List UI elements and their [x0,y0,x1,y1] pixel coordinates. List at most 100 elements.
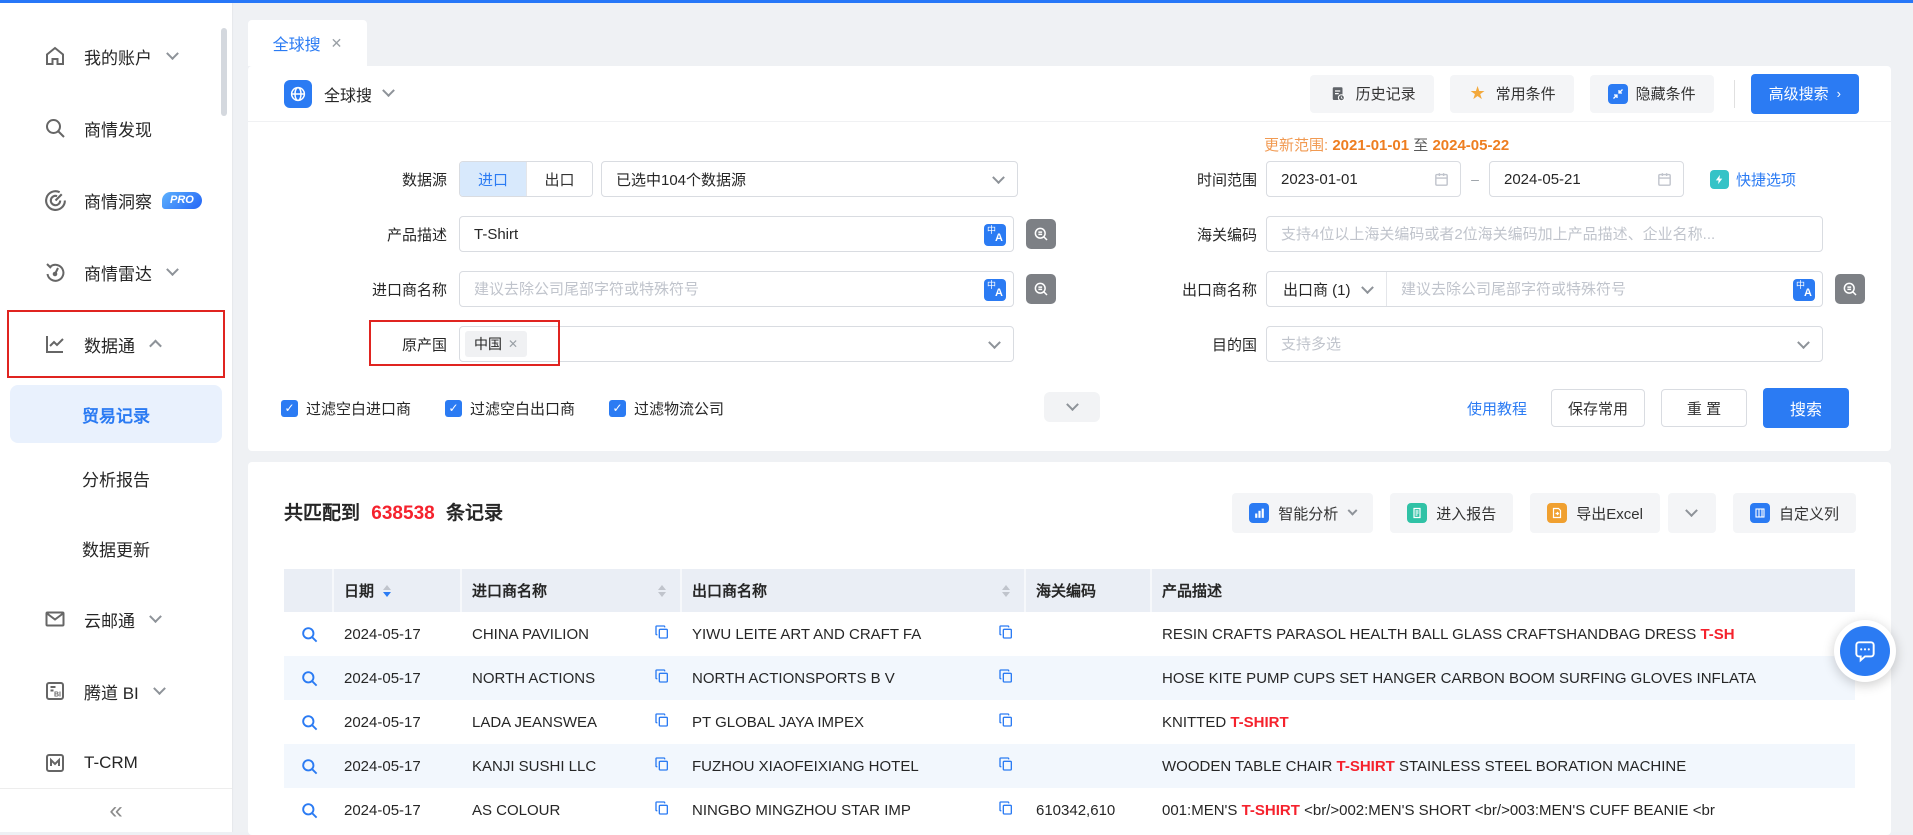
cell-exporter[interactable]: NINGBO MINGZHOU STAR IMP [682,800,1026,820]
chevron-down-icon[interactable] [382,84,395,98]
sidebar-item-mail[interactable]: 云邮通 [0,583,232,655]
customize-columns-button[interactable]: 自定义列 [1732,493,1856,533]
importer-input[interactable] [460,280,1013,298]
fold-conditions-button[interactable] [1044,392,1100,422]
destination-input[interactable] [1267,335,1777,353]
exporter-type-select[interactable]: 出口商 (1) [1267,272,1387,306]
product-input[interactable] [460,225,1013,243]
row-search-icon[interactable] [284,757,334,776]
history-button[interactable]: 历史记录 [1309,74,1434,113]
sidebar-item-my-account[interactable]: 我的账户 [0,20,232,92]
sidebar-item-label: 商情发现 [84,120,152,140]
header-cell-importer[interactable]: 进口商名称 [462,569,682,612]
tab-global-search[interactable]: 全球搜 ✕ [248,20,367,66]
product-label: 产品描述 [386,226,447,244]
favorites-button[interactable]: ★ 常用条件 [1449,74,1574,113]
cell-importer[interactable]: AS COLOUR [462,800,682,820]
cell-product-description: KNITTED T-SHIRT [1152,714,1855,731]
sidebar-subitem-trade-records[interactable]: 贸易记录 [10,385,222,443]
copy-icon[interactable] [998,800,1014,820]
sidebar-collapse-button[interactable]: « [0,788,232,832]
copy-icon[interactable] [654,624,670,644]
search-icon [42,115,68,141]
sidebar-subitem-analysis-report[interactable]: 分析报告 [0,443,232,513]
close-icon[interactable]: ✕ [331,35,343,52]
header-cell-date[interactable]: 日期 [334,569,462,612]
datasource-select[interactable]: 已选中104个数据源 [601,161,1018,197]
copy-icon[interactable] [998,756,1014,776]
cell-importer[interactable]: LADA JEANSWEA [462,712,682,732]
enter-report-button[interactable]: 进入报告 [1390,493,1514,533]
sort-icon[interactable] [383,581,392,601]
sidebar-item-data[interactable]: 数据通 [0,308,232,380]
tutorial-link[interactable]: 使用教程 [1467,398,1527,419]
globe-icon[interactable] [284,79,312,108]
product-highlight: T-SH [1700,625,1735,643]
customer-service-button[interactable] [1834,620,1896,682]
sidebar-item-bi[interactable]: BI 腾道 BI [0,655,232,727]
results-count-number: 638538 [371,503,435,524]
export-options-button[interactable] [1667,493,1716,533]
synonym-search-icon[interactable] [1026,219,1056,249]
cell-exporter[interactable]: PT GLOBAL JAYA IMPEX [682,712,1026,732]
filter-blank-importer-checkbox[interactable]: ✓ 过滤空白进口商 [281,398,411,419]
sort-icon[interactable] [1002,581,1010,601]
date-from-input[interactable]: 2023-01-01 [1266,161,1461,197]
export-excel-button[interactable]: 导出Excel [1530,493,1660,533]
arrow-right-icon: › [1836,86,1841,101]
checkbox-label: 过滤空白出口商 [470,400,576,418]
hide-conditions-button[interactable]: 隐藏条件 [1589,74,1714,113]
cell-importer[interactable]: KANJI SUSHI LLC [462,756,682,776]
date-to-input[interactable]: 2024-05-21 [1489,161,1684,197]
sidebar-item-insight[interactable]: 商情洞察 PRO [0,164,232,236]
row-search-icon[interactable] [284,669,334,688]
cell-exporter[interactable]: FUZHOU XIAOFEIXIANG HOTEL [682,756,1026,776]
header-cell-exporter[interactable]: 出口商名称 [682,569,1026,612]
copy-icon[interactable] [654,668,670,688]
advanced-search-button[interactable]: 高级搜索 › [1750,73,1859,114]
sidebar-scrollbar[interactable] [221,28,227,116]
toggle-export[interactable]: 出口 [526,162,592,196]
cell-exporter[interactable]: NORTH ACTIONSPORTS B V [682,668,1026,688]
row-search-icon[interactable] [284,801,334,820]
origin-country-select[interactable]: 中国 ✕ [459,326,1014,362]
destination-select[interactable] [1266,326,1823,362]
exporter-input[interactable] [1386,280,1822,298]
sidebar-subitem-data-update[interactable]: 数据更新 [0,513,232,583]
cell-hs-code: 610342,610 [1036,801,1116,819]
synonym-search-icon[interactable] [1835,274,1865,304]
copy-icon[interactable] [654,800,670,820]
reset-button[interactable]: 重 置 [1661,389,1747,427]
tag-close-icon[interactable]: ✕ [508,337,518,351]
smart-analysis-button[interactable]: 智能分析 [1232,493,1374,533]
filter-blank-exporter-checkbox[interactable]: ✓ 过滤空白出口商 [445,398,575,419]
search-button[interactable]: 搜索 [1763,388,1849,428]
translate-icon[interactable]: 中A [984,279,1006,301]
product-text: KNITTED [1162,713,1231,731]
exporter-name: FUZHOU XIAOFEIXIANG HOTEL [692,757,919,775]
copy-icon[interactable] [654,712,670,732]
copy-icon[interactable] [998,668,1014,688]
filter-logistics-checkbox[interactable]: ✓ 过滤物流公司 [609,398,724,419]
copy-icon[interactable] [998,712,1014,732]
hs-code-input[interactable] [1267,225,1822,243]
sidebar-item-discovery[interactable]: 商情发现 [0,92,232,164]
save-favorite-button[interactable]: 保存常用 [1550,389,1645,427]
toggle-import[interactable]: 进口 [460,162,526,196]
row-search-icon[interactable] [284,713,334,732]
product-text: STAINLESS STEEL BORATION MACHINE [1394,757,1687,775]
exporter-name: NORTH ACTIONSPORTS B V [692,669,895,687]
copy-icon[interactable] [998,624,1014,644]
copy-icon[interactable] [654,756,670,776]
exporter-name: PT GLOBAL JAYA IMPEX [692,713,865,731]
translate-icon[interactable]: 中A [984,224,1006,246]
cell-importer[interactable]: NORTH ACTIONS [462,668,682,688]
cell-importer[interactable]: CHINA PAVILION [462,624,682,644]
synonym-search-icon[interactable] [1026,274,1056,304]
quick-options-link[interactable]: 快捷选项 [1710,169,1796,190]
sort-icon[interactable] [658,581,666,601]
row-search-icon[interactable] [284,625,334,644]
sidebar-item-radar[interactable]: 商情雷达 [0,236,232,308]
cell-exporter[interactable]: YIWU LEITE ART AND CRAFT FA [682,624,1026,644]
translate-icon[interactable]: 中A [1793,279,1815,301]
